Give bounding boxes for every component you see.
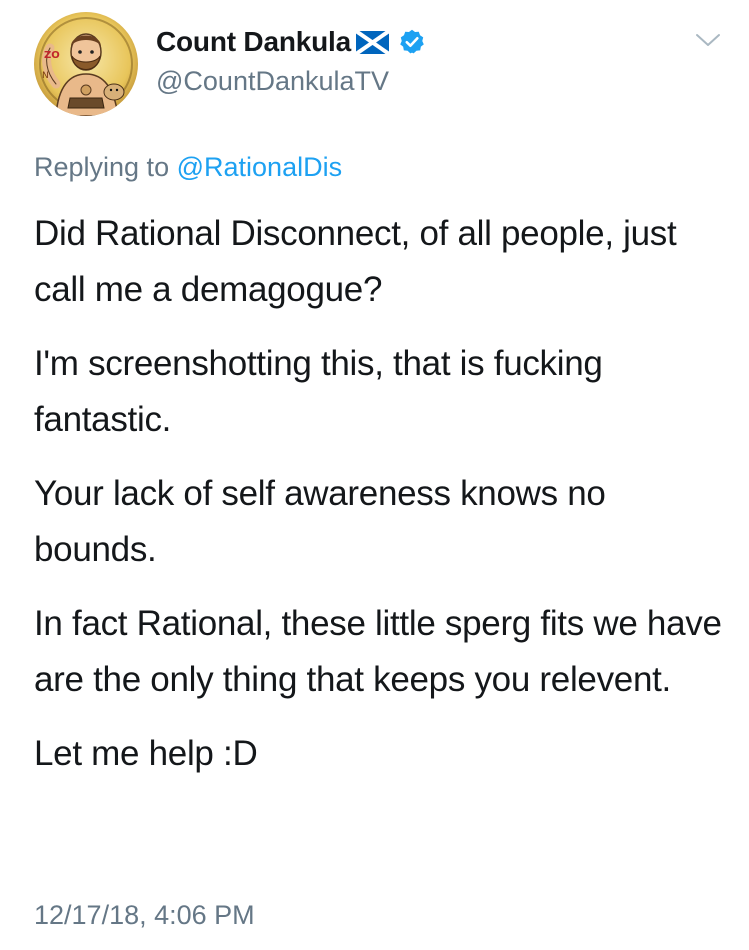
author-display-name[interactable]: Count Dankula [156, 26, 351, 58]
tweet-paragraph: I'm screenshotting this, that is fucking… [34, 344, 603, 439]
author-name-row[interactable]: Count Dankula [156, 24, 426, 60]
scotland-flag-icon [354, 28, 391, 56]
author-avatar[interactable]: ZO N [34, 12, 138, 116]
tweet-text: Did Rational Disconnect, of all people, … [34, 206, 724, 800]
tweet-paragraph: In fact Rational, these little sperg fit… [34, 604, 722, 699]
svg-text:ZO: ZO [44, 50, 60, 61]
replying-to-line: Replying to @RationalDis [34, 152, 342, 183]
replying-to-label: Replying to [34, 152, 170, 182]
reply-mention-link[interactable]: @RationalDis [177, 152, 342, 182]
tweet-paragraph: Did Rational Disconnect, of all people, … [34, 214, 677, 309]
avatar-illustration: ZO N [34, 12, 138, 116]
tweet-paragraph: Your lack of self awareness knows no bou… [34, 474, 606, 569]
tweet-card: ZO N Count Dankula @CountDankulaTV Reply… [0, 0, 749, 950]
author-handle[interactable]: @CountDankulaTV [156, 66, 389, 97]
tweet-paragraph: Let me help :D [34, 734, 258, 773]
svg-text:N: N [42, 71, 49, 81]
tweet-timestamp[interactable]: 12/17/18, 4:06 PM [34, 900, 255, 931]
verified-badge-icon [398, 28, 426, 56]
chevron-down-icon[interactable] [693, 30, 723, 50]
